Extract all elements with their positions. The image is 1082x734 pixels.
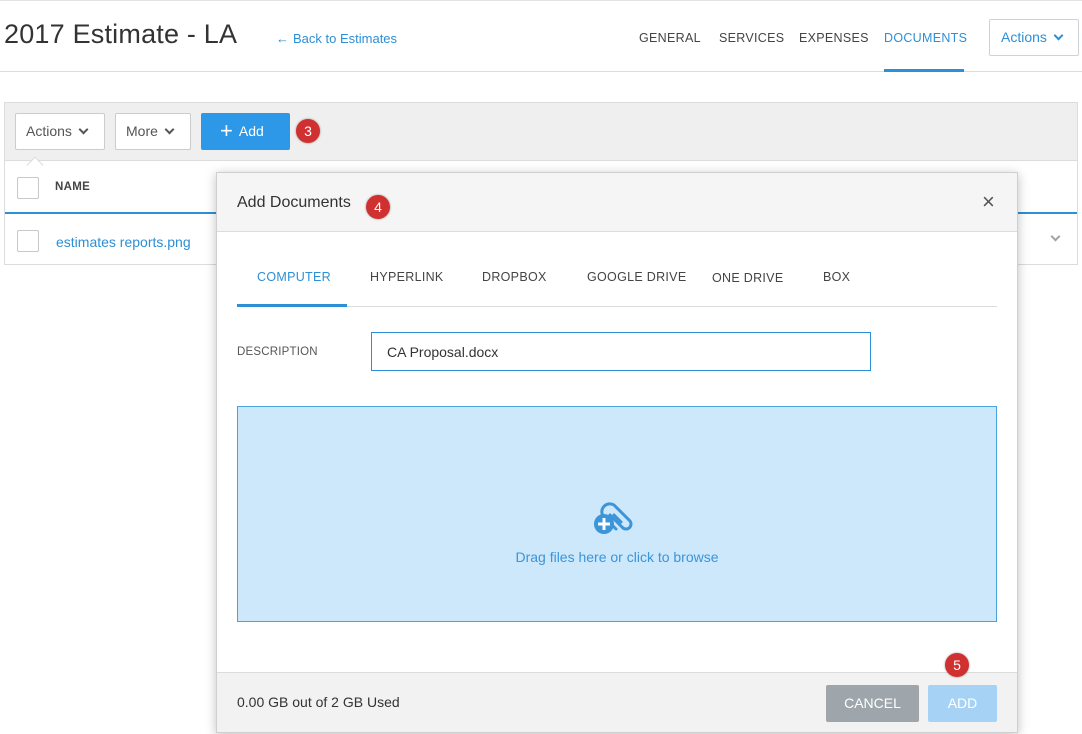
description-label: DESCRIPTION [237, 346, 318, 358]
select-all-checkbox[interactable] [17, 177, 39, 199]
cancel-button[interactable]: CANCEL [826, 685, 919, 722]
modal-title: Add Documents [237, 194, 351, 211]
add-button-label: Add [238, 123, 264, 139]
storage-usage: 0.00 GB out of 2 GB Used [237, 694, 400, 710]
actions-dropdown-label: Actions [26, 123, 72, 139]
tab-google-drive[interactable]: GOOGLE DRIVE [587, 270, 686, 284]
dropzone-text: Drag files here or click to browse [515, 549, 719, 565]
tab-dropbox[interactable]: DROPBOX [482, 270, 547, 284]
close-icon[interactable]: × [982, 191, 995, 213]
arrow-left-icon: ← [276, 31, 289, 46]
tab-documents[interactable]: DOCUMENTS [884, 31, 967, 45]
step-badge-3: 3 [296, 119, 320, 143]
more-dropdown-label: More [126, 123, 158, 139]
plus-icon: + [220, 118, 233, 143]
modal-header: Add Documents × [217, 173, 1017, 232]
file-dropzone[interactable]: Drag files here or click to browse [237, 406, 997, 622]
column-header-name[interactable]: NAME [55, 181, 90, 193]
chevron-down-icon [164, 124, 175, 135]
tab-general[interactable]: GENERAL [639, 31, 701, 45]
documents-toolbar: Actions More + Add [5, 103, 1077, 161]
tabs-divider [237, 306, 997, 307]
more-dropdown[interactable]: More [115, 113, 191, 150]
chevron-down-icon [78, 124, 89, 135]
step-badge-4: 4 [366, 195, 390, 219]
tab-computer[interactable]: COMPUTER [257, 270, 331, 284]
step-badge-5: 5 [945, 653, 969, 677]
header-actions-label: Actions [1001, 29, 1047, 45]
active-tab-indicator [884, 69, 964, 72]
tab-one-drive[interactable]: ONE DRIVE [712, 271, 783, 285]
add-document-button[interactable]: + Add [201, 113, 290, 150]
add-documents-modal: Add Documents × COMPUTER HYPERLINK DROPB… [216, 172, 1018, 733]
page-title: 2017 Estimate - LA [4, 19, 238, 49]
active-tab-indicator [237, 304, 347, 307]
paperclip-add-icon [594, 502, 633, 534]
actions-dropdown[interactable]: Actions [15, 113, 105, 150]
chevron-down-icon[interactable] [1050, 231, 1061, 242]
tab-hyperlink[interactable]: HYPERLINK [370, 270, 444, 284]
description-input[interactable] [371, 332, 871, 371]
chevron-down-icon [1053, 30, 1064, 41]
back-to-estimates-link[interactable]: ← Back to Estimates [276, 31, 397, 46]
add-button[interactable]: ADD [928, 685, 997, 722]
header-actions-dropdown[interactable]: Actions [989, 19, 1079, 56]
document-link[interactable]: estimates reports.png [56, 234, 191, 250]
page-header: 2017 Estimate - LA ← Back to Estimates GE… [0, 0, 1082, 72]
row-checkbox[interactable] [17, 230, 39, 252]
tab-box[interactable]: BOX [823, 270, 850, 284]
back-link-label: Back to Estimates [293, 31, 398, 46]
tab-expenses[interactable]: EXPENSES [799, 31, 869, 45]
tab-services[interactable]: SERVICES [719, 31, 784, 45]
modal-footer: 0.00 GB out of 2 GB Used CANCEL ADD [217, 672, 1017, 732]
